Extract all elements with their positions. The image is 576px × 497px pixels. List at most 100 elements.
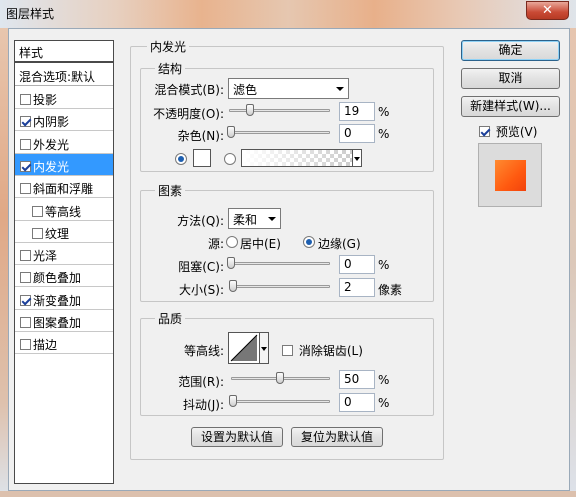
close-button[interactable]: ✕ [526,1,569,20]
style-item[interactable]: 投影 [15,87,113,109]
glow-color-swatch[interactable] [193,149,211,167]
source-edge-radio[interactable] [303,236,315,248]
style-item-label: 等高线 [45,204,82,219]
gradient-dropdown[interactable] [352,149,362,167]
structure-title: 结构 [155,60,186,77]
noise-label: 杂色(N): [177,129,224,143]
jitter-slider-track[interactable] [231,400,330,403]
style-item-label: 内阴影 [33,115,70,130]
antialias-check[interactable] [282,345,293,356]
preview-label: 预览(V) [495,125,538,139]
style-item-label: 内发光 [33,159,70,174]
style-item-checkbox[interactable] [32,205,43,217]
title-bar[interactable]: 图层样式 ✕ [0,0,576,28]
style-item[interactable]: 颜色叠加 [15,265,113,288]
style-item-label: 斜面和浮雕 [33,182,94,197]
range-field[interactable]: 50 [339,370,375,389]
source-edge-label[interactable]: 边缘(G) [318,235,361,252]
style-item-checkbox[interactable] [20,317,31,328]
ok-button[interactable]: 确定 [461,40,560,61]
style-item[interactable]: 描边 [15,332,113,355]
opacity-label: 不透明度(O): [153,107,224,121]
size-field[interactable]: 2 [339,278,375,297]
style-list-header[interactable]: 样式 [15,41,113,63]
style-list: 样式 混合选项:默认 投影内阴影外发光内发光斜面和浮雕等高线纹理光泽 颜色叠加渐变… [14,40,114,484]
style-item[interactable]: 渐变叠加 [15,288,113,310]
style-item[interactable]: 内阴影 [15,109,113,132]
style-item-checkbox[interactable] [20,183,31,195]
style-item-checkbox[interactable] [20,272,31,284]
chevron-down-icon [268,217,276,221]
style-item[interactable]: 纹理 [15,221,113,243]
contour-label: 等高线: [183,344,224,358]
reset-default-button[interactable]: 复位为默认值 [291,427,383,447]
size-slider-track[interactable] [229,285,330,288]
style-item-checkbox[interactable] [20,339,31,351]
style-item[interactable]: 等高线 [15,199,113,221]
inner-glow-title: 内发光 [147,38,190,55]
method-value: 柔和 [233,213,258,227]
style-item-checkbox[interactable] [20,138,31,150]
quality-title: 品质 [155,310,186,327]
style-item[interactable]: 光泽 [15,243,113,266]
jitter-slider-thumb[interactable] [229,395,237,407]
opacity-slider-track[interactable] [229,109,330,112]
new-style-button[interactable]: 新建样式(W)... [461,96,560,117]
window-title: 图层样式 [6,7,55,21]
preview-checkbox[interactable]: 预览(V) [479,123,537,140]
contour-thumbnail[interactable] [228,332,260,364]
style-item-label: 光泽 [33,249,58,264]
size-label: 大小(S): [178,283,224,297]
chevron-down-icon [354,157,360,161]
contour-dropdown[interactable] [259,332,269,364]
range-unit: % [378,373,390,387]
style-item-label: 外发光 [33,137,70,152]
style-item-label: 图案叠加 [33,316,82,330]
frame-bottom-edge [0,491,576,497]
style-item[interactable]: 斜面和浮雕 [15,176,113,199]
gradient-radio[interactable] [224,153,236,165]
frame-left-edge [0,28,8,497]
cancel-button[interactable]: 取消 [461,68,560,89]
source-label: 源: [207,237,224,251]
style-item-checkbox[interactable] [20,294,31,306]
style-item-label: 描边 [33,338,58,353]
choke-field[interactable]: 0 [339,255,375,274]
style-item-checkbox[interactable] [20,160,31,172]
color-radio[interactable] [175,153,187,165]
style-item-checkbox[interactable] [20,116,31,128]
source-center-radio[interactable] [226,236,238,248]
jitter-field[interactable]: 0 [339,393,375,412]
style-item-label: 投影 [33,93,58,107]
noise-field[interactable]: 0 [339,124,375,143]
blend-mode-select[interactable]: 滤色 [228,78,349,99]
preview-check[interactable] [479,126,490,137]
jitter-unit: % [378,396,390,410]
blend-mode-label: 混合模式(B): [154,83,224,97]
source-center-label[interactable]: 居中(E) [240,235,281,252]
range-slider-thumb[interactable] [276,372,284,384]
blend-options-item[interactable]: 混合选项:默认 [15,65,113,86]
style-item-checkbox[interactable] [32,227,43,239]
size-slider-thumb[interactable] [229,280,237,292]
style-item[interactable]: 图案叠加 [15,310,113,332]
choke-slider-track[interactable] [229,262,330,265]
blend-mode-value: 滤色 [233,83,258,97]
style-item[interactable]: 外发光 [15,132,113,154]
opacity-slider-thumb[interactable] [246,104,254,116]
elements-title: 图素 [155,182,186,199]
gradient-swatch[interactable] [241,149,353,167]
choke-slider-thumb[interactable] [227,257,235,269]
style-item[interactable]: 内发光 [15,153,113,176]
method-select[interactable]: 柔和 [228,208,281,229]
noise-slider-thumb[interactable] [227,126,235,138]
style-item-checkbox[interactable] [20,250,31,262]
noise-unit: % [378,127,390,141]
set-default-button[interactable]: 设置为默认值 [191,427,283,447]
preview-swatch [495,160,526,191]
noise-slider-track[interactable] [229,131,330,134]
style-item-label: 渐变叠加 [33,293,82,308]
antialias-checkbox[interactable]: 消除锯齿(L) [282,342,363,359]
opacity-field[interactable]: 19 [339,102,375,121]
style-item-checkbox[interactable] [20,94,31,105]
